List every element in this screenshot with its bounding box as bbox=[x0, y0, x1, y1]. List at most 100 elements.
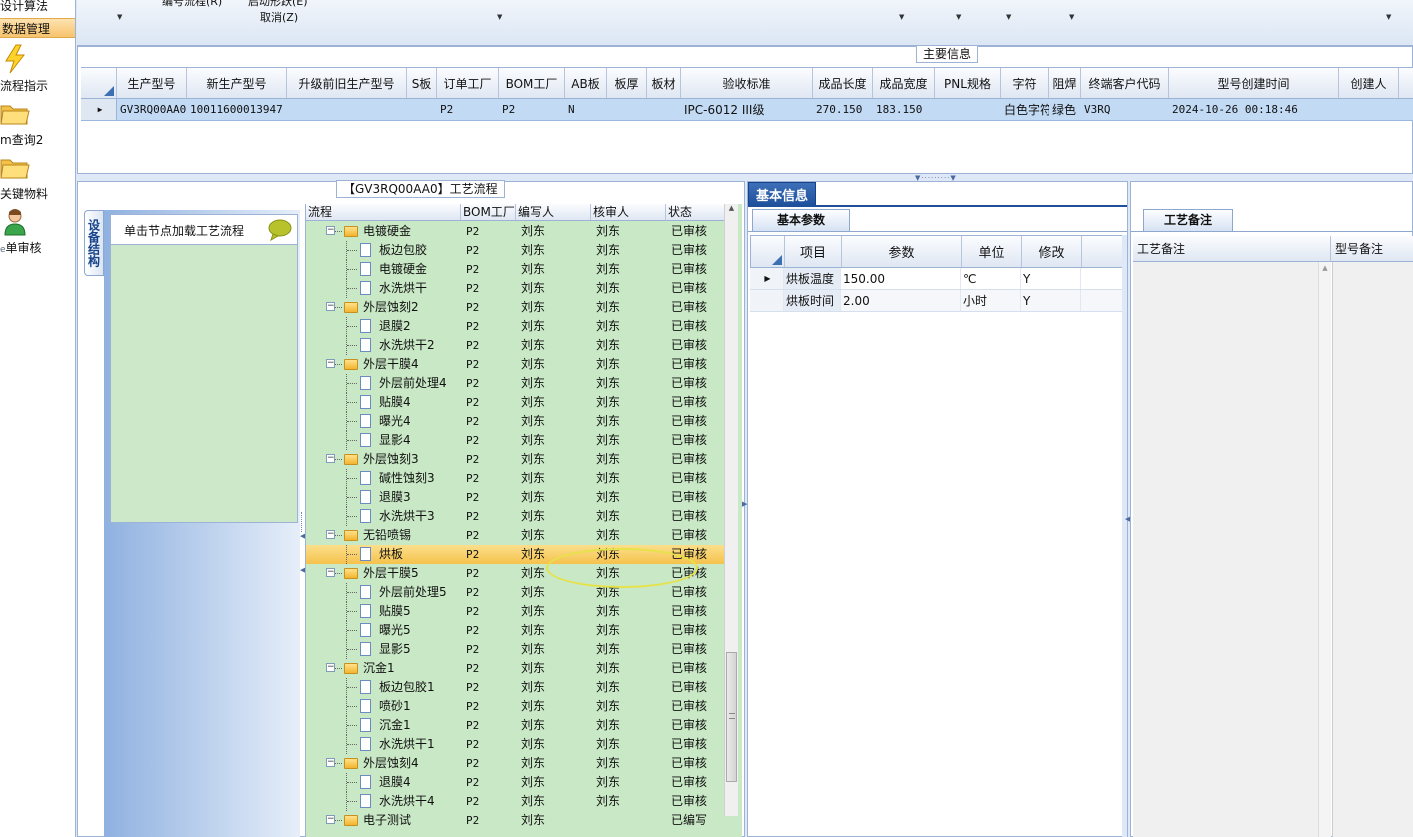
horizontal-splitter[interactable]: ▼·········▼ bbox=[77, 174, 1413, 182]
main-cell[interactable]: GV3RQ00AA0 bbox=[117, 99, 187, 120]
toolbar-text-cancel[interactable]: 取消(Z) bbox=[260, 11, 298, 24]
main-col-header[interactable]: S板 bbox=[407, 68, 437, 98]
tree-row[interactable]: 水洗烘干4 P2 刘东 刘东 已审核 bbox=[306, 792, 726, 811]
main-cell[interactable] bbox=[287, 99, 407, 120]
tree-row[interactable]: 碱性蚀刻3 P2 刘东 刘东 已审核 bbox=[306, 469, 726, 488]
chevron-down-icon[interactable]: ▼ bbox=[1386, 13, 1391, 21]
main-cell[interactable]: 183.150 bbox=[873, 99, 935, 120]
main-col-header[interactable]: PNL规格 bbox=[935, 68, 1001, 98]
main-cell[interactable]: 270.150 bbox=[813, 99, 873, 120]
chevron-down-icon[interactable]: ▼ bbox=[1069, 13, 1074, 21]
main-col-header[interactable]: 成品宽度 bbox=[873, 68, 935, 98]
tree-row[interactable]: 曝光4 P2 刘东 刘东 已审核 bbox=[306, 412, 726, 431]
param-cell-item[interactable]: 烘板时间 bbox=[784, 290, 841, 311]
tree-col-header[interactable]: 状态 bbox=[666, 204, 726, 220]
param-cell-param[interactable]: 150.00 bbox=[841, 268, 961, 289]
main-cell[interactable]: V3RQ bbox=[1081, 99, 1169, 120]
chevron-down-icon[interactable]: ▼ bbox=[956, 13, 961, 21]
nav-item-key-materials[interactable]: 关键物料 bbox=[0, 185, 75, 202]
main-col-header[interactable]: 阻焊 bbox=[1049, 68, 1081, 98]
chevron-down-icon[interactable]: ▼ bbox=[1006, 13, 1011, 21]
main-cell[interactable]: IPC-6012 III级 bbox=[681, 99, 813, 120]
tree-col-header[interactable]: BOM工厂 bbox=[461, 204, 516, 220]
tab-basic-info[interactable]: 基本信息 bbox=[748, 182, 817, 207]
collapse-toggle-icon[interactable]: − bbox=[326, 302, 335, 311]
main-col-header[interactable]: 板材 bbox=[647, 68, 681, 98]
subtab-basic-params[interactable]: 基本参数 bbox=[752, 209, 850, 231]
param-cell-unit[interactable]: 小时 bbox=[961, 290, 1021, 311]
main-col-header[interactable]: 终端客户代码 bbox=[1081, 68, 1169, 98]
collapse-right-icon[interactable]: ▶ bbox=[742, 500, 747, 508]
tree-row[interactable]: 贴膜5 P2 刘东 刘东 已审核 bbox=[306, 602, 726, 621]
folder-icon[interactable] bbox=[0, 154, 30, 184]
nav-item-bom-query2[interactable]: m查询2 bbox=[0, 131, 75, 148]
tree-row[interactable]: 水洗烘干1 P2 刘东 刘东 已审核 bbox=[306, 735, 726, 754]
tree-row[interactable]: 外层前处理4 P2 刘东 刘东 已审核 bbox=[306, 374, 726, 393]
tab-process-remarks[interactable]: 工艺备注 bbox=[1143, 209, 1233, 231]
chevron-down-icon[interactable]: ▼ bbox=[497, 13, 502, 21]
scroll-thumb[interactable] bbox=[726, 652, 737, 782]
tree-row[interactable]: − 无铅喷锡 P2 刘东 刘东 已审核 bbox=[306, 526, 726, 545]
tree-row[interactable]: 板边包胶 P2 刘东 刘东 已审核 bbox=[306, 241, 726, 260]
model-remarks-body[interactable] bbox=[1332, 262, 1413, 837]
collapse-toggle-icon[interactable]: − bbox=[326, 454, 335, 463]
collapse-toggle-icon[interactable]: − bbox=[326, 663, 335, 672]
tree-row[interactable]: − 外层蚀刻2 P2 刘东 刘东 已审核 bbox=[306, 298, 726, 317]
tree-row[interactable]: − 外层蚀刻4 P2 刘东 刘东 已审核 bbox=[306, 754, 726, 773]
main-cell[interactable]: 白色字符 bbox=[1001, 99, 1049, 120]
tree-row[interactable]: 退膜2 P2 刘东 刘东 已审核 bbox=[306, 317, 726, 336]
main-cell[interactable] bbox=[607, 99, 647, 120]
main-cell[interactable]: N bbox=[565, 99, 607, 120]
main-col-header[interactable]: 型号创建时间 bbox=[1169, 68, 1339, 98]
tree-row[interactable]: 贴膜4 P2 刘东 刘东 已审核 bbox=[306, 393, 726, 412]
table-row[interactable]: 烘板时间 2.00 小时 Y bbox=[750, 290, 1123, 312]
tree-row[interactable]: − 电子测试 P2 刘东 已编写 bbox=[306, 811, 726, 830]
chevron-down-icon[interactable]: ▼ bbox=[117, 13, 122, 21]
tab-equipment-structure[interactable]: 设备结构 bbox=[84, 210, 104, 276]
main-cell[interactable]: 绿色 bbox=[1049, 99, 1081, 120]
speech-bubble-icon[interactable] bbox=[268, 219, 292, 244]
chevron-down-icon[interactable]: ▼ bbox=[899, 13, 904, 21]
collapse-toggle-icon[interactable]: − bbox=[326, 226, 335, 235]
remarks-scrollbar[interactable]: ▲ bbox=[1318, 262, 1331, 837]
collapse-toggle-icon[interactable]: − bbox=[326, 359, 335, 368]
main-col-header[interactable]: AB板 bbox=[565, 68, 607, 98]
tree-row[interactable]: 退膜3 P2 刘东 刘东 已审核 bbox=[306, 488, 726, 507]
tree-col-header[interactable]: 核审人 bbox=[591, 204, 666, 220]
main-col-header[interactable]: 字符 bbox=[1001, 68, 1049, 98]
nav-item-data-management[interactable]: 数据管理 bbox=[0, 18, 75, 38]
table-row[interactable]: ▶ GV3RQ00AA0 10011600013947 P2 P2 N IPC-6012 I… bbox=[81, 99, 1413, 121]
collapse-toggle-icon[interactable]: − bbox=[326, 568, 335, 577]
main-cell[interactable] bbox=[407, 99, 437, 120]
main-col-header[interactable]: 生产型号 bbox=[117, 68, 187, 98]
tree-row[interactable]: − 外层蚀刻3 P2 刘东 刘东 已审核 bbox=[306, 450, 726, 469]
tree-row[interactable]: 外层前处理5 P2 刘东 刘东 已审核 bbox=[306, 583, 726, 602]
main-col-header[interactable]: 成品长度 bbox=[813, 68, 873, 98]
tree-row[interactable]: 显影5 P2 刘东 刘东 已审核 bbox=[306, 640, 726, 659]
tree-row[interactable]: − 沉金1 P2 刘东 刘东 已审核 bbox=[306, 659, 726, 678]
tree-row[interactable]: − 外层干膜4 P2 刘东 刘东 已审核 bbox=[306, 355, 726, 374]
main-cell[interactable]: 10011600013947 bbox=[187, 99, 287, 120]
process-remarks-body[interactable] bbox=[1133, 262, 1318, 837]
tree-row[interactable]: 水洗烘干3 P2 刘东 刘东 已审核 bbox=[306, 507, 726, 526]
toolbar-text-numbering[interactable]: 编号流程(R) bbox=[162, 0, 222, 8]
param-cell-param[interactable]: 2.00 bbox=[841, 290, 961, 311]
tree-row[interactable]: 显影4 P2 刘东 刘东 已审核 bbox=[306, 431, 726, 450]
nav-item-design-algorithm[interactable]: 设计算法 bbox=[0, 0, 75, 16]
tree-row[interactable]: 水洗烘干 P2 刘东 刘东 已审核 bbox=[306, 279, 726, 298]
main-cell[interactable] bbox=[1339, 99, 1399, 120]
main-cell[interactable]: P2 bbox=[499, 99, 565, 120]
main-cell[interactable] bbox=[647, 99, 681, 120]
param-cell-unit[interactable]: ℃ bbox=[961, 268, 1021, 289]
tree-row[interactable]: 退膜4 P2 刘东 刘东 已审核 bbox=[306, 773, 726, 792]
main-col-header[interactable]: 创建人 bbox=[1339, 68, 1399, 98]
nav-item-order-review[interactable]: e单审核 bbox=[0, 239, 75, 256]
table-row[interactable]: ▶ 烘板温度 150.00 ℃ Y bbox=[750, 268, 1123, 290]
scroll-up-icon[interactable]: ▲ bbox=[725, 204, 738, 212]
collapse-toggle-icon[interactable]: − bbox=[326, 530, 335, 539]
main-cell[interactable]: P2 bbox=[437, 99, 499, 120]
collapse-toggle-icon[interactable]: − bbox=[326, 815, 335, 824]
main-col-header[interactable]: 升级前旧生产型号 bbox=[287, 68, 407, 98]
collapse-toggle-icon[interactable]: − bbox=[326, 758, 335, 767]
main-col-header[interactable]: 订单工厂 bbox=[437, 68, 499, 98]
